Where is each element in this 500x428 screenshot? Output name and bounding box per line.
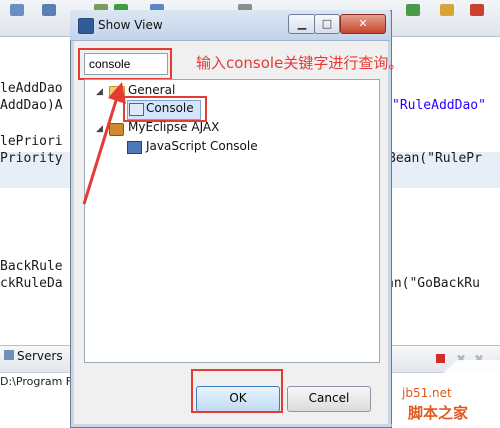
code-line: lePriori [0, 133, 63, 150]
toolbar-tool-icon[interactable] [406, 4, 420, 16]
toolbar-tool-icon[interactable] [42, 4, 56, 16]
code-line: ckRuleDa [0, 275, 63, 292]
highlight-filter-box [78, 48, 172, 80]
code-line: leAddDao [0, 80, 63, 97]
toolbar-tool-icon[interactable] [10, 4, 24, 16]
toolbar-tool-icon[interactable] [470, 4, 484, 16]
server-path: D:\Program F [0, 375, 72, 388]
servers-icon [4, 350, 14, 360]
annotation-text: 输入console关键字进行查询。 [196, 52, 403, 73]
code-line: AddDao)A [0, 97, 63, 114]
cancel-button[interactable]: Cancel [287, 386, 371, 412]
tree-item-ajax[interactable]: MyEclipse AJAX [128, 120, 219, 134]
code-string: "RuleAddDao" [392, 97, 486, 114]
code-line: Priority [0, 150, 63, 167]
highlight-console-box [123, 96, 207, 122]
minimize-button[interactable]: ▁ [288, 14, 316, 34]
highlight-ok-box [191, 369, 283, 413]
tree-item-js-console[interactable]: JavaScript Console [146, 139, 258, 153]
toolbar-tool-icon[interactable] [440, 4, 454, 16]
tree-item-general[interactable]: General [128, 83, 175, 97]
code-string: Bean("RulePr [388, 150, 482, 167]
code-string: an("GoBackRu [386, 275, 480, 292]
show-view-icon [78, 18, 94, 34]
dialog-title: Show View [98, 18, 163, 32]
maximize-button[interactable]: □ [314, 14, 340, 34]
servers-tab-label: Servers [17, 349, 63, 363]
code-line: BackRule [0, 258, 63, 275]
close-button[interactable]: ✕ [340, 14, 386, 34]
servers-tab[interactable]: Servers [4, 349, 63, 363]
watermark-site: jb51.net [402, 386, 452, 400]
annotation-arrow [70, 80, 130, 210]
watermark-name: 脚本之家 [408, 402, 468, 423]
